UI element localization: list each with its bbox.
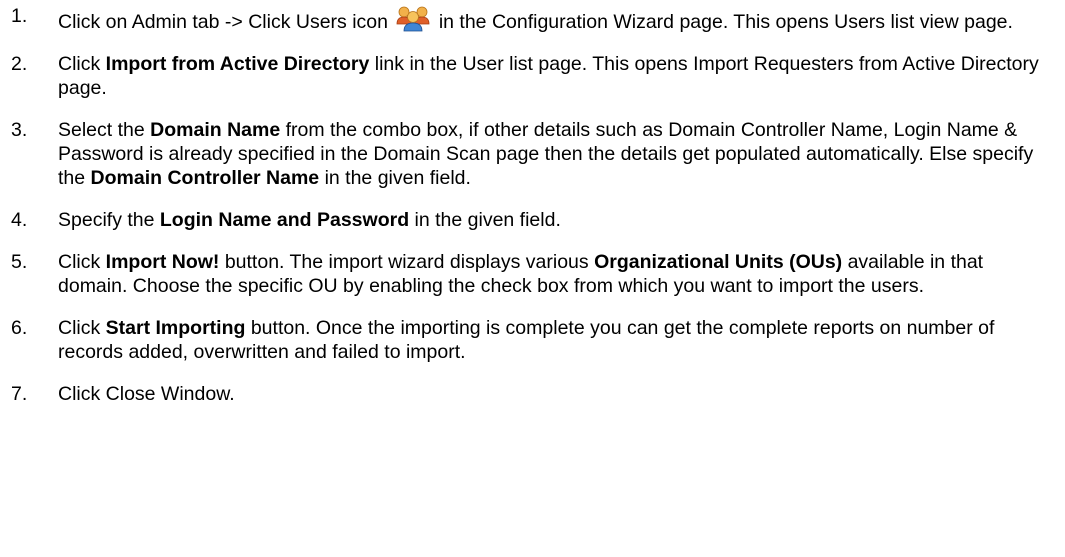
step-number: 3. bbox=[11, 119, 28, 141]
step-2: 2. Click Import from Active Directory li… bbox=[0, 52, 1065, 100]
step-text: Click on Admin tab -> Click Users icon bbox=[58, 11, 394, 33]
bold-term: Login Name and Password bbox=[159, 209, 410, 231]
step-text: Specify the bbox=[58, 209, 160, 231]
bold-term: Start Importing bbox=[105, 317, 246, 339]
bold-term: Organizational Units (OUs) bbox=[594, 251, 843, 273]
step-text: Click bbox=[58, 317, 106, 339]
step-5: 5. Click Import Now! button. The import … bbox=[0, 250, 1065, 298]
step-text: button. The import wizard displays vario… bbox=[219, 251, 595, 273]
step-text: Click bbox=[58, 251, 106, 273]
bold-term: Import Now! bbox=[105, 251, 220, 273]
step-1: 1. Click on Admin tab -> Click Users ico… bbox=[0, 4, 1065, 34]
step-text: in the Configuration Wizard page. This o… bbox=[433, 11, 1013, 33]
bold-term: Domain Name bbox=[150, 119, 281, 141]
step-text: in the given field. bbox=[319, 167, 471, 189]
step-number: 6. bbox=[11, 317, 28, 339]
step-number: 2. bbox=[11, 53, 28, 75]
step-text: Click bbox=[58, 53, 106, 75]
document: 1. Click on Admin tab -> Click Users ico… bbox=[0, 0, 1065, 557]
step-text: Select the bbox=[58, 119, 151, 141]
step-text: in the given field. bbox=[409, 209, 561, 231]
step-4: 4. Specify the Login Name and Password i… bbox=[0, 208, 1065, 232]
step-number: 5. bbox=[11, 251, 28, 273]
instruction-list: 1. Click on Admin tab -> Click Users ico… bbox=[0, 4, 1065, 406]
users-icon bbox=[395, 4, 431, 32]
step-number: 4. bbox=[11, 209, 28, 231]
step-6: 6. Click Start Importing button. Once th… bbox=[0, 316, 1065, 364]
step-number: 1. bbox=[11, 5, 28, 27]
step-number: 7. bbox=[11, 383, 28, 405]
step-7: 7. Click Close Window. bbox=[0, 382, 1065, 406]
step-text: Click Close Window. bbox=[58, 383, 235, 405]
bold-term: Import from Active Directory bbox=[105, 53, 370, 75]
bold-term: Domain Controller Name bbox=[90, 167, 320, 189]
step-3: 3. Select the Domain Name from the combo… bbox=[0, 118, 1065, 190]
